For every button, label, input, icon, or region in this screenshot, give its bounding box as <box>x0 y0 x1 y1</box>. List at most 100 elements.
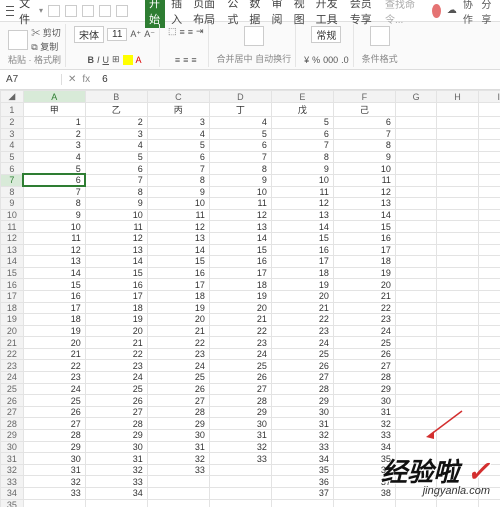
cell[interactable] <box>437 360 478 372</box>
cell[interactable]: 29 <box>147 418 209 430</box>
cell[interactable]: 14 <box>147 244 209 256</box>
cell[interactable]: 16 <box>147 267 209 279</box>
cell[interactable]: 25 <box>147 372 209 384</box>
cell[interactable]: 20 <box>23 337 85 349</box>
cell[interactable]: 19 <box>85 314 147 326</box>
cell[interactable] <box>437 232 478 244</box>
cell[interactable] <box>437 128 478 140</box>
cell[interactable]: 31 <box>271 418 333 430</box>
row-header[interactable]: 9 <box>1 198 24 210</box>
cell[interactable] <box>478 151 500 163</box>
cell[interactable] <box>23 499 85 507</box>
row-header[interactable]: 30 <box>1 441 24 453</box>
cell[interactable] <box>147 488 209 500</box>
inc-dec-icon[interactable]: .0 <box>341 55 349 65</box>
cell[interactable]: 32 <box>333 418 395 430</box>
cell[interactable]: 16 <box>333 232 395 244</box>
cell[interactable] <box>147 499 209 507</box>
cell[interactable]: 11 <box>147 209 209 221</box>
cell[interactable]: 26 <box>271 360 333 372</box>
spreadsheet-grid[interactable]: ◢ABCDEFGHI 1甲乙丙丁戊己2123456323456743456785… <box>0 90 500 507</box>
cell[interactable] <box>395 174 436 186</box>
cell[interactable]: 26 <box>333 348 395 360</box>
cell[interactable]: 28 <box>23 430 85 442</box>
cell[interactable]: 21 <box>85 337 147 349</box>
cell[interactable]: 25 <box>271 348 333 360</box>
indent-icon[interactable]: ⇥ <box>196 26 204 37</box>
cancel-icon[interactable]: ✕ <box>68 74 76 85</box>
cell[interactable] <box>395 117 436 129</box>
row-header[interactable]: 25 <box>1 383 24 395</box>
cell[interactable] <box>478 198 500 210</box>
cell[interactable] <box>478 383 500 395</box>
cell[interactable] <box>478 441 500 453</box>
cell[interactable] <box>437 372 478 384</box>
cell[interactable]: 12 <box>271 198 333 210</box>
cell[interactable] <box>395 325 436 337</box>
col-header-F[interactable]: F <box>333 91 395 103</box>
cell[interactable] <box>478 348 500 360</box>
cell[interactable] <box>437 256 478 268</box>
hamburger-icon[interactable] <box>6 6 14 16</box>
cell[interactable]: 18 <box>85 302 147 314</box>
cell[interactable]: 13 <box>23 256 85 268</box>
cell[interactable]: 29 <box>85 430 147 442</box>
col-header-E[interactable]: E <box>271 91 333 103</box>
cell[interactable] <box>395 314 436 326</box>
cell[interactable] <box>478 244 500 256</box>
row-header[interactable]: 1 <box>1 103 24 117</box>
cell[interactable] <box>395 360 436 372</box>
cell[interactable]: 26 <box>209 372 271 384</box>
cell[interactable] <box>395 186 436 198</box>
cell[interactable]: 23 <box>147 348 209 360</box>
cell[interactable] <box>478 418 500 430</box>
cell[interactable]: 17 <box>271 256 333 268</box>
cell[interactable]: 16 <box>85 279 147 291</box>
cell[interactable] <box>478 140 500 152</box>
cell[interactable] <box>437 290 478 302</box>
cell[interactable]: 32 <box>271 430 333 442</box>
cell[interactable]: 26 <box>23 406 85 418</box>
cell[interactable]: 33 <box>23 488 85 500</box>
row-header[interactable]: 8 <box>1 186 24 198</box>
cell[interactable]: 21 <box>333 290 395 302</box>
cell[interactable]: 21 <box>23 348 85 360</box>
cell[interactable]: 25 <box>333 337 395 349</box>
cell[interactable] <box>395 290 436 302</box>
cell[interactable] <box>437 151 478 163</box>
cell[interactable]: 25 <box>209 360 271 372</box>
cell[interactable]: 30 <box>333 395 395 407</box>
cell[interactable]: 18 <box>333 256 395 268</box>
cell[interactable] <box>395 244 436 256</box>
cell[interactable] <box>478 360 500 372</box>
cell[interactable]: 6 <box>333 117 395 129</box>
fill-color-button[interactable] <box>123 55 133 65</box>
cell[interactable]: 22 <box>271 314 333 326</box>
align-left-icon[interactable]: ≡ <box>188 27 193 37</box>
cell[interactable]: 35 <box>333 453 395 465</box>
cell[interactable]: 33 <box>271 441 333 453</box>
cell[interactable]: 24 <box>271 337 333 349</box>
cell[interactable]: 3 <box>23 140 85 152</box>
cell[interactable]: 20 <box>147 314 209 326</box>
qat-redo-icon[interactable] <box>116 5 128 17</box>
cell[interactable]: 7 <box>147 163 209 175</box>
search-input[interactable]: 查找命令... <box>385 0 417 26</box>
cell[interactable] <box>478 325 500 337</box>
cell[interactable]: 28 <box>85 418 147 430</box>
cell[interactable]: 9 <box>85 198 147 210</box>
col-header-B[interactable]: B <box>85 91 147 103</box>
cell[interactable]: 6 <box>85 163 147 175</box>
cell[interactable]: 36 <box>271 476 333 488</box>
cell[interactable]: 18 <box>271 267 333 279</box>
cell[interactable] <box>395 441 436 453</box>
cell[interactable]: 23 <box>23 372 85 384</box>
cell[interactable]: 13 <box>271 209 333 221</box>
cell[interactable] <box>395 256 436 268</box>
cell[interactable]: 28 <box>333 372 395 384</box>
row-header[interactable]: 5 <box>1 151 24 163</box>
cell[interactable]: 9 <box>333 151 395 163</box>
cell[interactable] <box>437 163 478 175</box>
cell[interactable]: 13 <box>209 221 271 233</box>
cell[interactable]: 15 <box>23 279 85 291</box>
